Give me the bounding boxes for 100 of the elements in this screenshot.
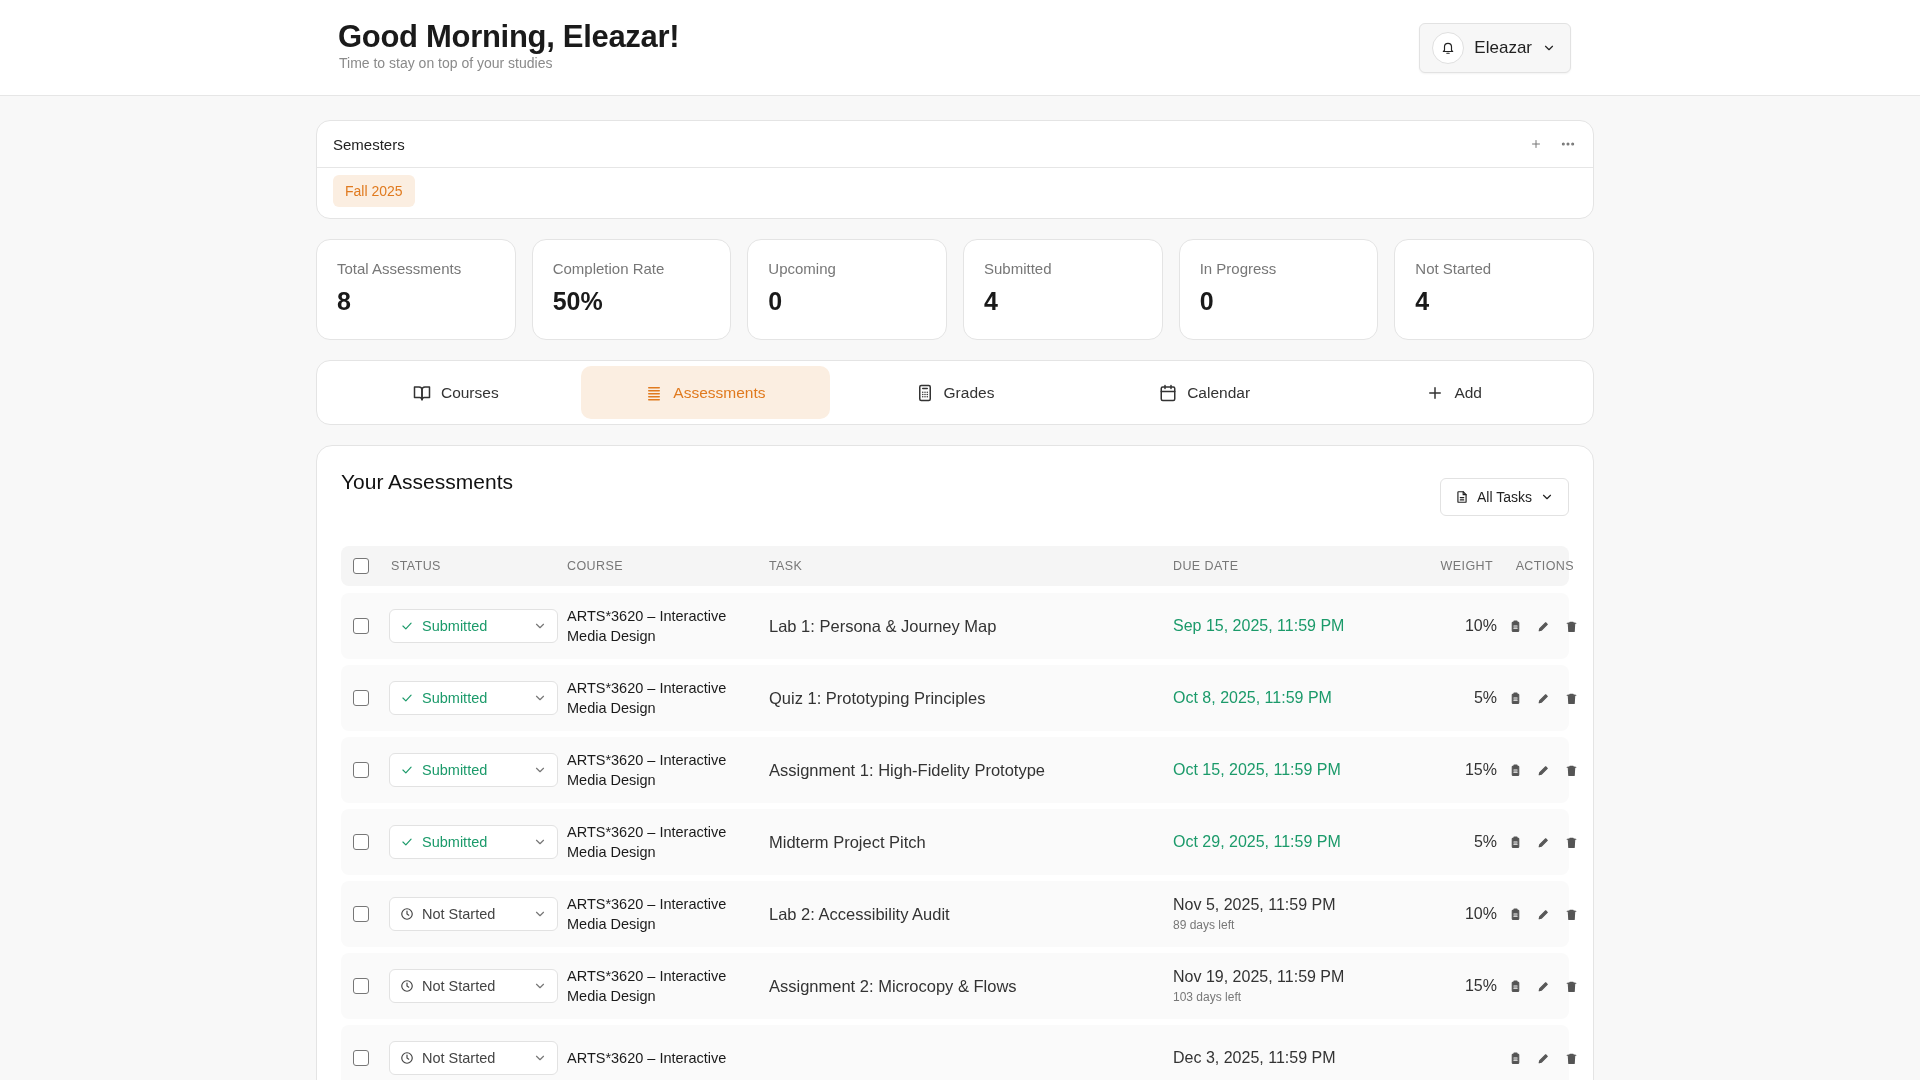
checkbox[interactable] [353, 978, 369, 994]
stat-value: 0 [768, 287, 784, 316]
delete-button[interactable] [1565, 907, 1578, 921]
user-menu-button[interactable]: Eleazar [1419, 22, 1571, 73]
clipboard-icon [1509, 691, 1522, 705]
due-date: Dec 3, 2025, 11:59 PM [1173, 1049, 1337, 1067]
stat-value: 0 [1199, 287, 1215, 316]
delete-button[interactable] [1565, 1051, 1578, 1065]
clipboard-icon [1509, 979, 1522, 993]
delete-button[interactable] [1565, 763, 1578, 777]
checkbox[interactable] [353, 558, 369, 574]
view-button[interactable] [1509, 763, 1522, 777]
due-date: Oct 8, 2025, 11:59 PM [1173, 689, 1333, 707]
greeting-subtitle: Time to stay on top of your studies [339, 54, 554, 71]
days-left: 89 days left [1173, 918, 1236, 932]
course-name: ARTS*3620 – Interactive Media Design [567, 751, 728, 790]
weight-value: 10% [1464, 905, 1497, 923]
delete-button[interactable] [1565, 979, 1578, 993]
status-dropdown[interactable]: Not Started [389, 969, 558, 1003]
task-name: Quiz 1: Prototyping Principles [769, 688, 987, 708]
checkbox[interactable] [353, 618, 369, 634]
status-dropdown[interactable]: Not Started [389, 897, 558, 931]
course-name: ARTS*3620 – Interactive Media Design [567, 607, 728, 646]
greeting-title: Good Morning, Eleazar! [338, 18, 680, 55]
checkbox[interactable] [353, 690, 369, 706]
clipboard-icon [1509, 763, 1522, 777]
edit-button[interactable] [1537, 979, 1550, 993]
column-header: TASK [769, 559, 804, 573]
stat-label: In Progress [1199, 260, 1278, 277]
document-icon [1455, 490, 1469, 504]
calendar-icon [1159, 383, 1178, 402]
column-header: DUE DATE [1173, 559, 1240, 573]
view-button[interactable] [1509, 907, 1522, 921]
card-title: Semesters [333, 135, 405, 153]
pencil-icon [1537, 1051, 1550, 1065]
stat-label: Submitted [984, 260, 1053, 277]
trash-icon [1565, 763, 1578, 777]
pencil-icon [1537, 835, 1550, 849]
edit-button[interactable] [1537, 835, 1550, 849]
edit-button[interactable] [1537, 907, 1550, 921]
nav-tab[interactable]: Courses [331, 366, 581, 419]
trash-icon [1565, 1051, 1578, 1065]
filter-dropdown[interactable]: All Tasks [1440, 478, 1569, 516]
checkbox[interactable] [353, 834, 369, 850]
view-button[interactable] [1509, 835, 1522, 849]
view-button[interactable] [1509, 619, 1522, 633]
edit-button[interactable] [1537, 763, 1550, 777]
delete-button[interactable] [1565, 619, 1578, 633]
clipboard-icon [1509, 907, 1522, 921]
status-dropdown[interactable]: Submitted [389, 825, 558, 859]
status-dropdown[interactable]: Submitted [389, 753, 558, 787]
edit-button[interactable] [1537, 691, 1550, 705]
book-icon [412, 383, 431, 402]
clipboard-icon [1509, 1051, 1522, 1065]
course-name: ARTS*3620 – Interactive Media Design [567, 823, 728, 862]
view-button[interactable] [1509, 1051, 1522, 1065]
due-date: Sep 15, 2025, 11:59 PM [1173, 617, 1346, 635]
checkbox[interactable] [353, 906, 369, 922]
task-name: Lab 1: Persona & Journey Map [769, 616, 998, 636]
due-date: Oct 15, 2025, 11:59 PM [1173, 761, 1342, 779]
clock-icon [400, 1051, 414, 1065]
weight-value: 5% [1473, 833, 1497, 851]
weight-value: 15% [1464, 761, 1497, 779]
stat-label: Upcoming [768, 260, 837, 277]
clock-icon [400, 907, 414, 921]
nav-tab[interactable]: Calendar [1079, 366, 1330, 419]
course-name: ARTS*3620 – Interactive Media Design [567, 679, 728, 718]
status-dropdown[interactable]: Submitted [389, 609, 558, 643]
due-date: Oct 29, 2025, 11:59 PM [1173, 833, 1342, 851]
trash-icon [1565, 979, 1578, 993]
edit-button[interactable] [1537, 1051, 1550, 1065]
stat-value: 50% [552, 287, 604, 316]
nav-tab[interactable]: Grades [830, 366, 1080, 419]
checkbox[interactable] [353, 1050, 369, 1066]
column-header: ACTIONS [1514, 559, 1574, 573]
course-name: ARTS*3620 – Interactive Media Design [567, 895, 728, 934]
nav-tab[interactable]: Add [1329, 366, 1579, 419]
checkbox[interactable] [353, 762, 369, 778]
trash-icon [1565, 691, 1578, 705]
trash-icon [1565, 835, 1578, 849]
column-header: STATUS [391, 559, 442, 573]
view-button[interactable] [1509, 979, 1522, 993]
weight-value: 10% [1464, 617, 1497, 635]
stat-label: Total Assessments [337, 260, 463, 277]
column-header: WEIGHT [1439, 559, 1493, 573]
delete-button[interactable] [1565, 691, 1578, 705]
pencil-icon [1537, 763, 1550, 777]
edit-button[interactable] [1537, 619, 1550, 633]
delete-button[interactable] [1565, 835, 1578, 849]
plus-icon [1530, 138, 1542, 150]
course-name: ARTS*3620 – Interactive Media Design [567, 967, 728, 1006]
stat-label: Completion Rate [552, 260, 666, 277]
view-button[interactable] [1509, 691, 1522, 705]
clipboard-icon [1509, 835, 1522, 849]
stat-value: 8 [337, 287, 352, 316]
task-name: Assignment 1: High-Fidelity Prototype [769, 760, 1047, 780]
status-dropdown[interactable]: Submitted [389, 681, 558, 715]
clipboard-icon [1509, 619, 1522, 633]
days-left: 103 days left [1173, 990, 1243, 1004]
status-dropdown[interactable]: Not Started [389, 1041, 558, 1075]
